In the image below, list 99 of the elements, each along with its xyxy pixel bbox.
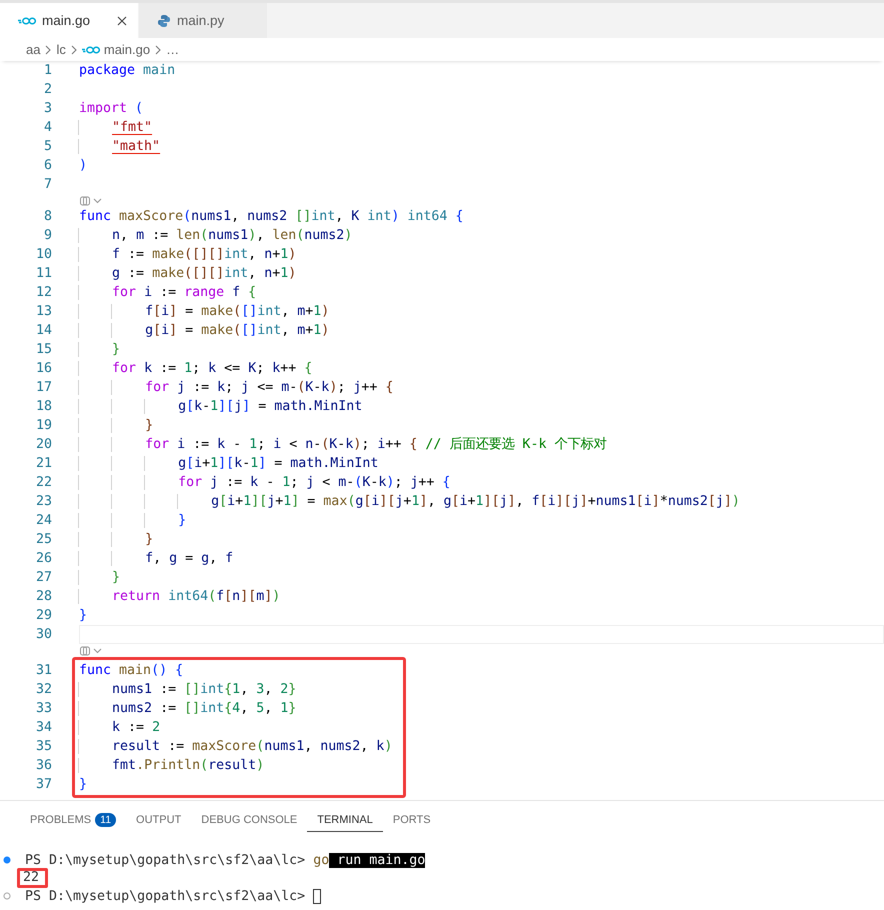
line-number: 32 — [34, 681, 52, 699]
line-number: 20 — [34, 436, 53, 454]
code-line: "math" — [79, 137, 884, 156]
line-number: 31 — [34, 662, 52, 680]
line-number: 6 — [42, 157, 53, 175]
chevron-down-icon[interactable] — [93, 198, 102, 204]
code-line: return int64(f[n][m]) — [79, 587, 884, 606]
close-icon[interactable] — [116, 14, 128, 26]
code-line: g[i] = make([]int, m+1) — [79, 321, 884, 340]
code-line: for j := k - 1; j < m-(K-k); j++ { — [79, 473, 884, 492]
code-line: g[i+1][k-1] = math.MinInt — [79, 454, 884, 473]
terminal-line: PS D:\mysetup\gopath\src\sf2\aa\lc> go run main.go — [25, 852, 426, 868]
line-number: 13 — [34, 303, 53, 321]
chevron-down-icon[interactable] — [93, 648, 102, 654]
panel-tab[interactable]: PORTS — [382, 808, 441, 832]
code-line: f[i] = make([]int, m+1) — [79, 302, 884, 321]
line-number: 28 — [34, 588, 53, 606]
line-number: 2 — [42, 81, 53, 99]
line-number: 21 — [34, 455, 53, 473]
file-type-icon — [18, 16, 36, 24]
code-line: g := make([][]int, n+1) — [79, 264, 884, 283]
line-number: 15 — [34, 341, 53, 359]
code-line: "fmt" — [79, 118, 884, 137]
line-number: 5 — [42, 138, 53, 156]
code-line: for k := 1; k <= K; k++ { — [79, 359, 884, 378]
line-number: 9 — [42, 227, 53, 245]
line-number: 7 — [42, 176, 53, 194]
status-dot-icon[interactable] — [3, 856, 11, 864]
code-line: f := make([][]int, n+1) — [79, 245, 884, 264]
code-line: fmt.Println(result) — [79, 756, 403, 775]
codelens-icon[interactable] — [79, 194, 91, 206]
terminal-line: PS D:\mysetup\gopath\src\sf2\aa\lc> — [25, 888, 306, 904]
line-number: 10 — [34, 246, 53, 264]
code-line: } — [79, 607, 88, 625]
code-line: } — [79, 776, 88, 794]
chevron-right-icon — [154, 44, 162, 54]
chevron-right-icon — [44, 44, 52, 54]
count-badge: 11 — [95, 812, 116, 826]
code-line: n, m := len(nums1), len(nums2) — [79, 226, 884, 245]
line-number: 25 — [34, 531, 53, 549]
file-type-icon — [157, 14, 171, 28]
line-number: 3 — [42, 100, 53, 118]
code-line: result := maxScore(nums1, nums2, k) — [79, 737, 403, 756]
line-number: 1 — [42, 62, 53, 80]
terminal-output: 22 — [17, 868, 48, 888]
code-line: f, g = g, f — [79, 549, 884, 568]
line-number: 36 — [34, 757, 52, 775]
status-circle-icon[interactable] — [3, 892, 11, 900]
panel-tab[interactable]: TERMINAL — [307, 808, 383, 832]
breadcrumb-item[interactable]: … — [166, 42, 180, 57]
code-line: } — [79, 340, 884, 359]
breadcrumb-item[interactable]: main.go — [104, 42, 150, 57]
code-line: for i := k - 1; i < n-(K-k); i++ { // 后面还要选 K-k 个下标对 — [79, 435, 884, 454]
line-number: 29 — [34, 607, 53, 625]
line-number: 30 — [34, 626, 53, 644]
line-number: 22 — [34, 474, 53, 492]
panel-tab[interactable]: OUTPUT — [126, 808, 192, 832]
line-number: 23 — [34, 493, 53, 511]
code-line: } — [79, 416, 884, 435]
codelens-icon[interactable] — [79, 644, 91, 656]
code-line: g[k-1][j] = math.MinInt — [79, 397, 884, 416]
panel-tab[interactable]: PROBLEMS 11 — [20, 808, 126, 832]
code-line: } — [79, 511, 884, 530]
code-line: } — [79, 530, 884, 549]
code-line: g[i+1][j+1] = max(g[i][j+1], g[i+1][j], f[i][j]+nums1[i]*nums2[j]) — [79, 492, 884, 511]
code-line: ) — [79, 157, 88, 175]
code-line: func main() { — [79, 662, 184, 680]
code-line: import ( — [79, 100, 144, 118]
file-type-icon — [82, 46, 100, 54]
line-number: 16 — [34, 360, 53, 378]
line-number: 34 — [34, 719, 52, 737]
code-line: nums1 := []int{1, 3, 2} — [79, 680, 403, 699]
line-number: 17 — [34, 379, 53, 397]
editor-tab[interactable]: main.go — [0, 3, 139, 38]
breadcrumb-item[interactable]: lc — [56, 42, 66, 57]
code-line: for j := k; j <= m-(K-k); j++ { — [79, 378, 884, 397]
line-number: 19 — [34, 417, 53, 435]
chevron-right-icon — [70, 44, 78, 54]
line-number: 12 — [34, 284, 53, 302]
line-number: 26 — [34, 550, 53, 568]
line-number: 35 — [34, 738, 52, 756]
line-number: 14 — [34, 322, 53, 340]
breadcrumb-item[interactable]: aa — [26, 42, 40, 57]
code-line: k := 2 — [79, 718, 403, 737]
line-number: 33 — [34, 700, 52, 718]
code-line: for i := range f { — [79, 283, 884, 302]
line-number: 37 — [34, 776, 52, 794]
line-number: 4 — [42, 119, 53, 137]
line-number: 24 — [34, 512, 53, 530]
line-number: 27 — [34, 569, 53, 587]
editor-tab[interactable]: main.py — [139, 3, 268, 38]
line-number: 18 — [34, 398, 53, 416]
line-number: 8 — [42, 208, 53, 226]
code-line: package main — [79, 62, 176, 80]
code-line: } — [79, 568, 884, 587]
code-line: nums2 := []int{4, 5, 1} — [79, 699, 403, 718]
line-number: 11 — [34, 265, 53, 283]
panel-tab[interactable]: DEBUG CONSOLE — [191, 808, 308, 832]
code-line: func maxScore(nums1, nums2 []int, K int) int64 { — [79, 208, 464, 226]
